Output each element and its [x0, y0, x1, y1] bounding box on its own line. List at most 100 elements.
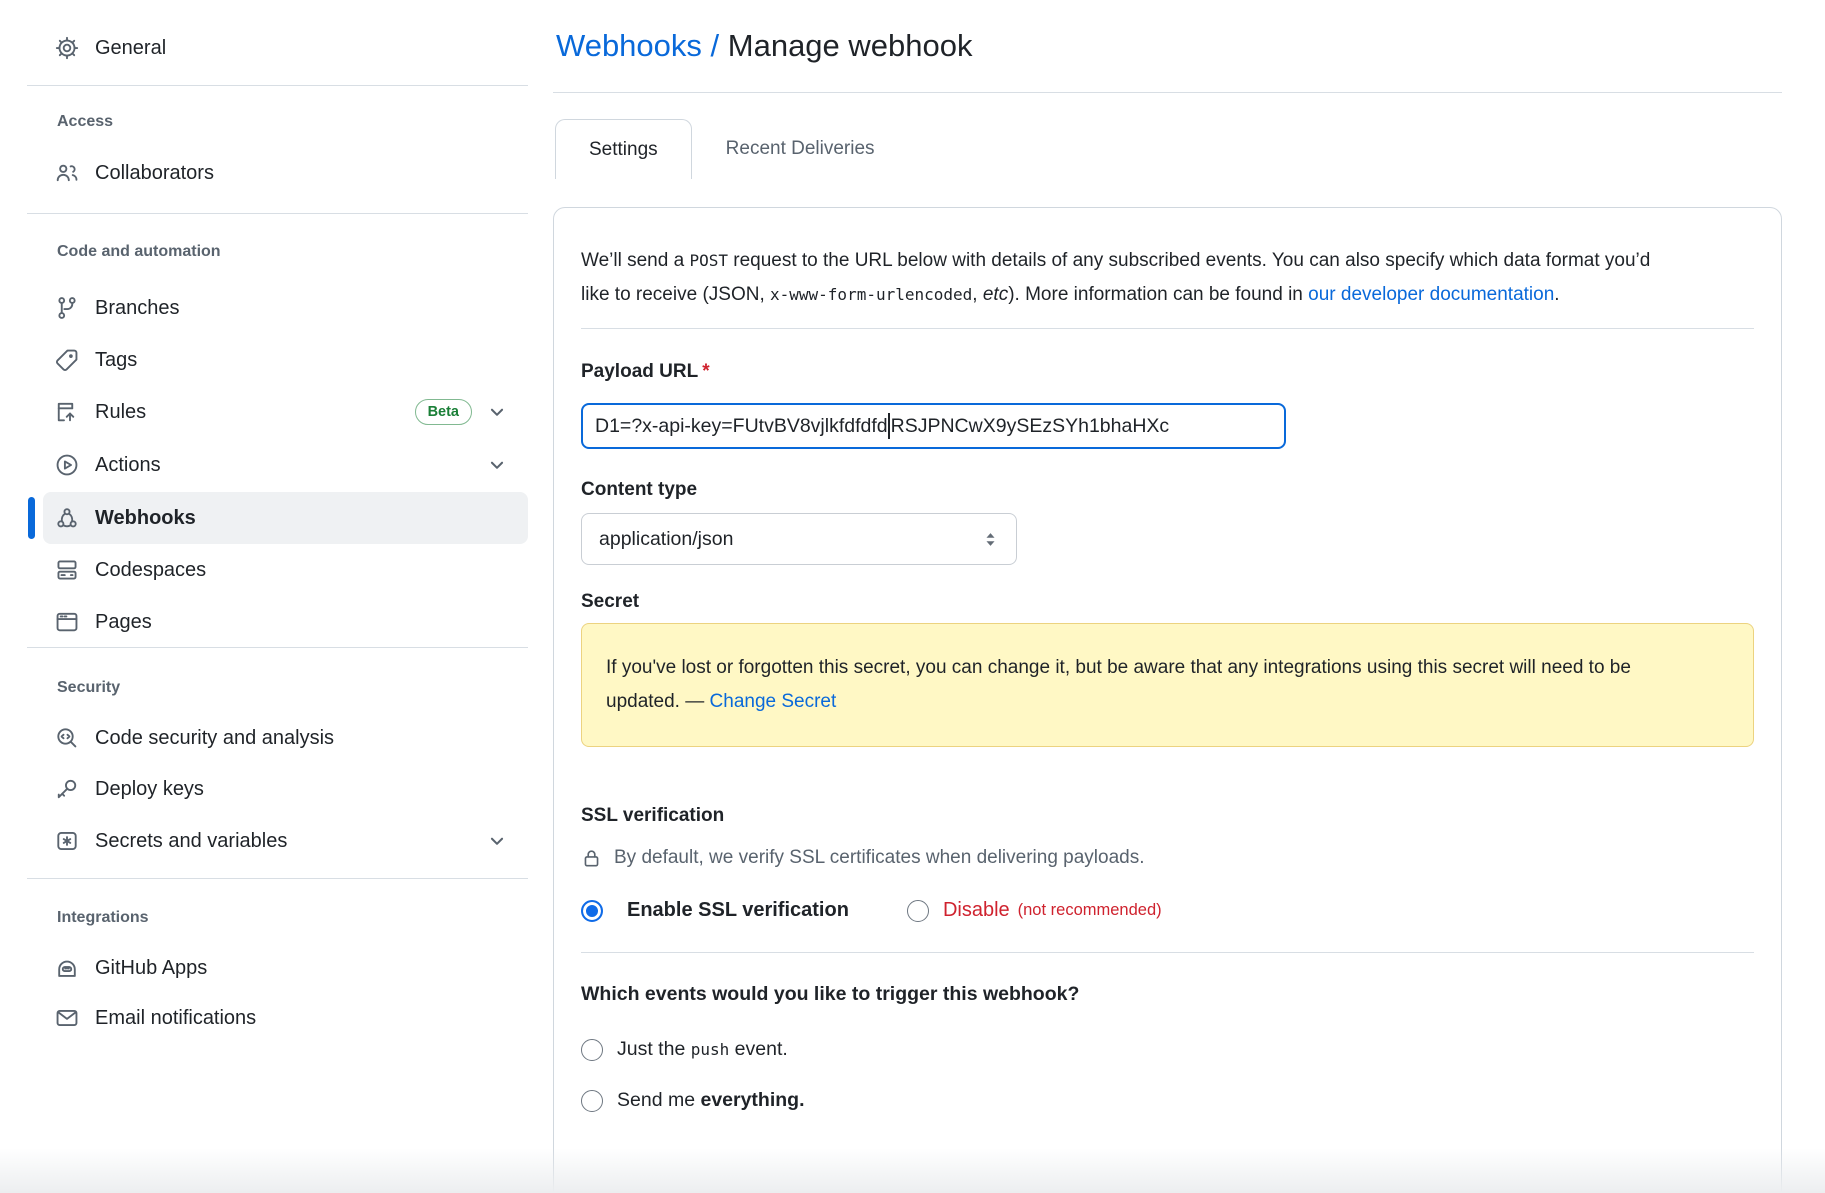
beta-badge: Beta: [415, 399, 472, 425]
sidebar-item-label: Rules: [95, 401, 146, 424]
sidebar-section-access: Access: [57, 107, 113, 137]
unfold-arrows-icon: [981, 530, 1000, 549]
urlencoded-code: x-www-form-urlencoded: [770, 285, 972, 304]
sidebar-section-code-automation: Code and automation: [57, 237, 221, 267]
webhook-settings-main: Webhooks / Manage webhook Settings Recen…: [553, 0, 1782, 1193]
git-branch-icon: [55, 296, 79, 320]
content-type-select[interactable]: application/json: [581, 513, 1017, 565]
payload-url-value-after-caret: RSJPNCwX9ySEzSYh1bhaHXc: [891, 415, 1170, 438]
developer-documentation-link[interactable]: our developer documentation: [1308, 284, 1554, 305]
content-type-label: Content type: [581, 479, 1754, 501]
webhook-settings-panel: We’ll send a POST request to the URL bel…: [553, 207, 1782, 1193]
rules-icon: [55, 400, 79, 424]
intro-paragraph: We’ll send a POST request to the URL bel…: [581, 244, 1681, 312]
sidebar-item-deploy-keys[interactable]: Deploy keys: [43, 763, 528, 815]
content-type-selected-value: application/json: [599, 528, 733, 551]
tag-icon: [55, 348, 79, 372]
sidebar-item-label: Collaborators: [95, 162, 214, 185]
sidebar-item-collaborators[interactable]: Collaborators: [43, 147, 528, 199]
section-divider: [581, 328, 1754, 329]
just-push-radio[interactable]: [581, 1039, 603, 1061]
hubot-icon: [55, 956, 79, 980]
sidebar-item-branches[interactable]: Branches: [43, 282, 528, 334]
disable-ssl-label[interactable]: Disable: [943, 899, 1010, 922]
page-title: Webhooks / Manage webhook: [553, 0, 1782, 66]
disable-ssl-note: (not recommended): [1018, 901, 1162, 920]
sidebar-item-label: Deploy keys: [95, 778, 204, 801]
send-everything-radio[interactable]: [581, 1090, 603, 1112]
settings-sidebar: General Access Collaborators Code and au…: [27, 0, 528, 1193]
section-divider: [581, 952, 1754, 953]
sidebar-item-rules[interactable]: Rules Beta: [43, 386, 528, 438]
sidebar-divider: [27, 647, 528, 648]
sidebar-item-label: GitHub Apps: [95, 957, 207, 980]
sidebar-item-label: Email notifications: [95, 1007, 256, 1030]
gear-icon: [55, 36, 79, 60]
payload-url-input[interactable]: D1=?x-api-key=FUtvBV8vjlkfdfdfdRSJPNCwX9…: [581, 403, 1286, 449]
disable-ssl-radio[interactable]: [907, 900, 929, 922]
sidebar-item-tags[interactable]: Tags: [43, 334, 528, 386]
event-option-just-push: Just the push event.: [581, 1038, 1754, 1061]
push-code: push: [691, 1040, 730, 1059]
change-secret-link[interactable]: Change Secret: [710, 691, 837, 712]
post-code: POST: [689, 251, 728, 270]
chevron-down-icon[interactable]: [488, 456, 506, 474]
ssl-verification-heading: SSL verification: [581, 805, 1754, 827]
webhook-icon: [55, 506, 79, 530]
asterisk-box-icon: [55, 829, 79, 853]
ssl-description-row: By default, we verify SSL certificates w…: [581, 847, 1754, 869]
sidebar-item-label: Webhooks: [95, 507, 196, 530]
play-circle-icon: [55, 453, 79, 477]
sidebar-section-security: Security: [57, 673, 120, 703]
tab-settings[interactable]: Settings: [555, 119, 692, 179]
payload-url-value-before-caret: D1=?x-api-key=FUtvBV8vjlkfdfdfd: [595, 415, 888, 438]
codespaces-icon: [55, 558, 79, 582]
ssl-description-text: By default, we verify SSL certificates w…: [614, 847, 1145, 869]
required-asterisk: *: [702, 361, 709, 382]
sidebar-item-actions[interactable]: Actions: [43, 439, 528, 491]
sidebar-item-secrets-variables[interactable]: Secrets and variables: [43, 815, 528, 867]
sidebar-divider: [27, 213, 528, 214]
header-divider: [553, 92, 1782, 93]
mail-icon: [55, 1006, 79, 1030]
chevron-down-icon[interactable]: [488, 832, 506, 850]
code-scan-icon: [55, 726, 79, 750]
secret-warning-alert: If you've lost or forgotten this secret,…: [581, 623, 1754, 747]
event-option-everything: Send me everything.: [581, 1089, 1754, 1112]
key-icon: [55, 777, 79, 801]
sidebar-item-codespaces[interactable]: Codespaces: [43, 544, 528, 596]
enable-ssl-label[interactable]: Enable SSL verification: [627, 899, 849, 922]
sidebar-section-integrations: Integrations: [57, 903, 149, 933]
payload-url-label: Payload URL*: [581, 361, 1754, 383]
send-everything-label[interactable]: Send me everything.: [617, 1089, 805, 1112]
sidebar-item-label: Tags: [95, 349, 137, 372]
sidebar-item-code-security[interactable]: Code security and analysis: [43, 712, 528, 764]
sidebar-item-label: Code security and analysis: [95, 727, 334, 750]
ssl-radio-group: Enable SSL verification Disable (not rec…: [581, 899, 1754, 922]
breadcrumb-webhooks-link[interactable]: Webhooks /: [556, 28, 719, 63]
people-icon: [55, 161, 79, 185]
lock-icon: [581, 848, 602, 869]
sidebar-item-email-notifications[interactable]: Email notifications: [43, 992, 528, 1044]
tab-bar: Settings Recent Deliveries: [553, 119, 1782, 179]
sidebar-divider: [27, 85, 528, 86]
just-push-label[interactable]: Just the push event.: [617, 1038, 788, 1061]
sidebar-item-github-apps[interactable]: GitHub Apps: [43, 942, 528, 994]
sidebar-item-label: General: [95, 37, 166, 60]
browser-window-icon: [55, 610, 79, 634]
sidebar-divider: [27, 878, 528, 879]
sidebar-item-label: Branches: [95, 297, 180, 320]
events-heading: Which events would you like to trigger t…: [581, 983, 1754, 1006]
selected-item-accent-bar: [28, 497, 35, 539]
secret-label: Secret: [581, 591, 1754, 613]
sidebar-item-label: Pages: [95, 611, 152, 634]
sidebar-item-webhooks[interactable]: Webhooks: [43, 492, 528, 544]
chevron-down-icon[interactable]: [488, 403, 506, 421]
enable-ssl-radio[interactable]: [581, 900, 603, 922]
page-title-text: Manage webhook: [728, 28, 973, 63]
sidebar-item-label: Codespaces: [95, 559, 206, 582]
tab-recent-deliveries[interactable]: Recent Deliveries: [692, 119, 909, 179]
sidebar-item-pages[interactable]: Pages: [43, 596, 528, 648]
sidebar-item-general[interactable]: General: [43, 22, 528, 74]
sidebar-item-label: Secrets and variables: [95, 830, 287, 853]
